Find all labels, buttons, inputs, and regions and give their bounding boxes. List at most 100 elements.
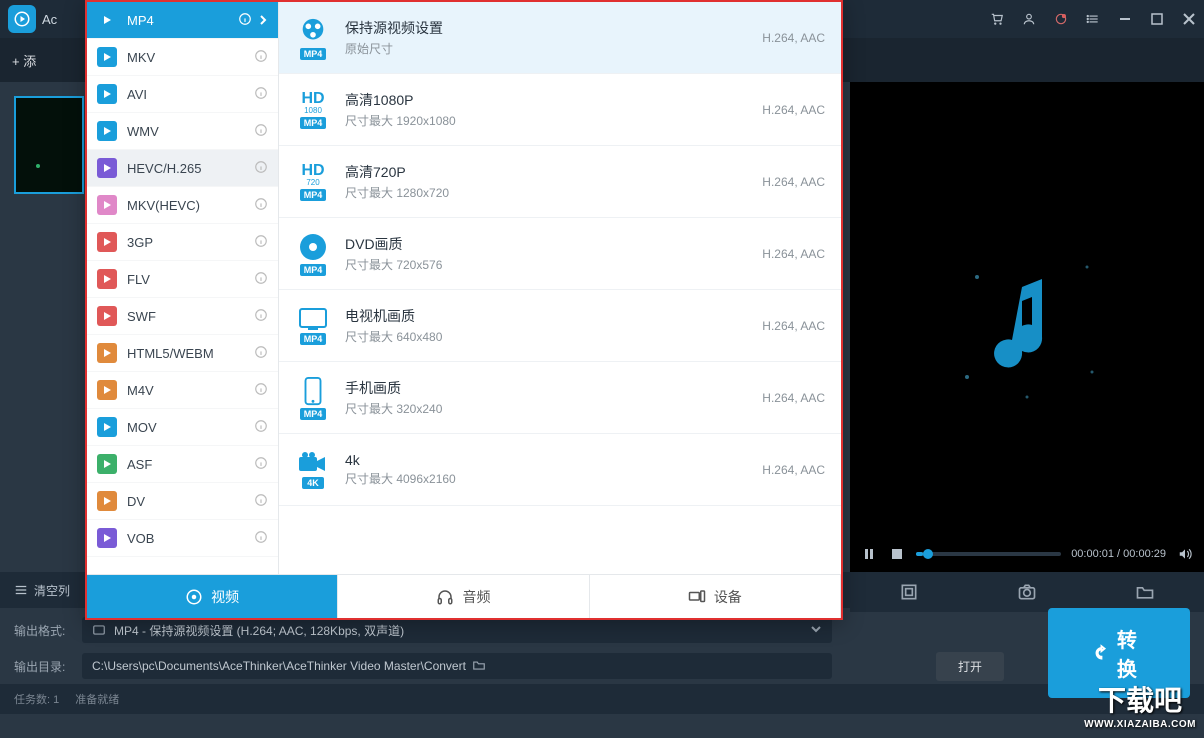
format-icon [97,158,117,178]
preset-icon: MP4 [295,376,331,420]
category-label: FLV [127,272,150,287]
clear-list-label[interactable]: 清空列 [34,582,70,599]
tasks-label: 任务数: [14,694,50,706]
info-icon[interactable] [254,197,268,214]
convert-label: 转换 [1117,624,1144,682]
info-icon[interactable] [254,530,268,547]
category-item-wmv[interactable]: WMV [87,113,278,150]
preset-subtitle: 尺寸最大 1280x720 [345,184,449,201]
tab-video[interactable]: 视频 [87,575,338,618]
output-dir-row: 输出目录: C:\Users\pc\Documents\AceThinker\A… [0,648,1204,684]
open-button[interactable]: 打开 [936,652,1004,681]
maximize-icon[interactable] [1150,12,1164,26]
format-icon [97,84,117,104]
menu-icon[interactable] [1086,12,1100,26]
info-icon[interactable] [254,234,268,251]
preset-item[interactable]: HD720 MP4 高清720P 尺寸最大 1280x720 H.264, AA… [279,146,841,218]
info-icon[interactable] [254,345,268,362]
preset-item[interactable]: 4K 4k 尺寸最大 4096x2160 H.264, AAC [279,434,841,506]
category-item-hevch265[interactable]: HEVC/H.265 [87,150,278,187]
stop-button[interactable] [888,545,906,563]
output-format-value: MP4 - 保持源视频设置 (H.264; AAC, 128Kbps, 双声道) [114,622,404,639]
tab-audio-label: 音频 [462,587,490,607]
preset-subtitle: 尺寸最大 320x240 [345,400,442,417]
preset-item[interactable]: MP4 电视机画质 尺寸最大 640x480 H.264, AAC [279,290,841,362]
format-icon [97,232,117,252]
user-icon[interactable] [1022,12,1036,26]
category-item-dv[interactable]: DV [87,483,278,520]
chevron-down-icon [810,623,822,638]
info-icon[interactable] [254,419,268,436]
preset-codec: H.264, AAC [762,319,825,333]
category-item-flv[interactable]: FLV [87,261,278,298]
preset-codec: H.264, AAC [762,391,825,405]
close-icon[interactable] [1182,12,1196,26]
output-dir-field[interactable]: C:\Users\pc\Documents\AceThinker\AceThin… [82,653,832,679]
preset-codec: H.264, AAC [762,175,825,189]
cart-icon[interactable] [990,12,1004,26]
category-item-avi[interactable]: AVI [87,76,278,113]
preset-subtitle: 尺寸最大 1920x1080 [345,112,456,129]
preset-item[interactable]: HD1080 MP4 高清1080P 尺寸最大 1920x1080 H.264,… [279,74,841,146]
tab-audio[interactable]: 音频 [338,575,589,618]
pause-button[interactable] [860,545,878,563]
folder-icon[interactable] [1133,580,1157,604]
tab-device[interactable]: 设备 [590,575,841,618]
format-icon [97,269,117,289]
output-format-field[interactable]: MP4 - 保持源视频设置 (H.264; AAC, 128Kbps, 双声道) [82,617,832,643]
add-button[interactable]: + 添 [12,51,36,70]
volume-icon[interactable] [1176,545,1194,563]
file-thumbnail[interactable] [14,96,84,194]
category-item-swf[interactable]: SWF [87,298,278,335]
tab-video-label: 视频 [211,587,239,607]
info-icon[interactable] [254,271,268,288]
status-ready: 准备就绪 [75,691,119,707]
format-badge: MP4 [300,48,327,60]
notification-icon[interactable] [1054,12,1068,26]
preset-item[interactable]: MP4 DVD画质 尺寸最大 720x576 H.264, AAC [279,218,841,290]
preset-icon: MP4 [295,232,331,276]
preset-icon: 4K [295,448,331,492]
category-list: MP4 MKV AVI WMV [87,2,279,574]
crop-icon[interactable] [897,580,921,604]
info-icon[interactable] [254,49,268,66]
category-item-mp4[interactable]: MP4 [87,2,278,39]
category-item-mkv[interactable]: MKV [87,39,278,76]
preset-item[interactable]: MP4 保持源视频设置 原始尺寸 H.264, AAC [279,2,841,74]
format-badge: MP4 [300,264,327,276]
category-item-html5webm[interactable]: HTML5/WEBM [87,335,278,372]
format-icon [97,10,117,30]
progress-bar[interactable] [916,552,1061,556]
category-item-mov[interactable]: MOV [87,409,278,446]
info-icon[interactable] [254,308,268,325]
browse-folder-icon[interactable] [472,658,486,675]
format-badge: 4K [302,477,324,489]
category-item-m4v[interactable]: M4V [87,372,278,409]
preset-icon: MP4 [295,304,331,348]
category-item-3gp[interactable]: 3GP [87,224,278,261]
info-icon[interactable] [254,493,268,510]
category-item-asf[interactable]: ASF [87,446,278,483]
preset-subtitle: 尺寸最大 4096x2160 [345,470,456,487]
format-badge: MP4 [300,333,327,345]
info-icon[interactable] [254,123,268,140]
format-badge: MP4 [300,189,327,201]
info-icon[interactable] [254,456,268,473]
app-logo [8,5,36,33]
minimize-icon[interactable] [1118,12,1132,26]
info-icon[interactable] [254,382,268,399]
info-icon[interactable] [254,160,268,177]
info-icon[interactable] [238,12,252,29]
format-icon [97,121,117,141]
preview-panel: 00:00:01 / 00:00:29 [850,82,1204,572]
tasks-count: 1 [53,694,59,706]
watermark: 下载吧 WWW.XIAZAIBA.COM [1084,679,1196,730]
output-dir-value: C:\Users\pc\Documents\AceThinker\AceThin… [92,659,466,673]
preset-codec: H.264, AAC [762,31,825,45]
info-icon[interactable] [254,86,268,103]
preset-item[interactable]: MP4 手机画质 尺寸最大 320x240 H.264, AAC [279,362,841,434]
snapshot-icon[interactable] [1015,580,1039,604]
format-icon [97,343,117,363]
category-item-vob[interactable]: VOB [87,520,278,557]
category-item-mkvhevc[interactable]: MKV(HEVC) [87,187,278,224]
